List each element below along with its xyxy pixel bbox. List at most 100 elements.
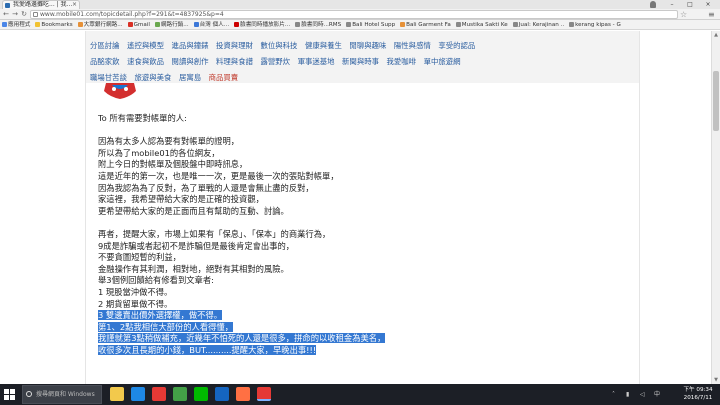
- forum-nav-row: 分區討論 遙控與模型 進品與鐘錶 投資與理財 數位與科技 健康與養生 閒聊與趣味 陽性與感情享…: [90, 33, 483, 50]
- start-button[interactable]: [4, 389, 15, 400]
- chrome-icon[interactable]: [152, 387, 166, 401]
- bookmark-item[interactable]: Bali Garment Fa: [398, 20, 454, 29]
- bookmark-item[interactable]: Gmail: [126, 20, 153, 29]
- bookmark-item[interactable]: Bookmarks: [33, 20, 75, 29]
- page-scrollbar[interactable]: ▲ ▼: [711, 31, 720, 384]
- reload-icon[interactable]: ↻: [20, 9, 28, 20]
- post-line: 我謹就第3點稍做補充，近幾年不怕死的人還是很多，拼命的以收租金為美名，: [98, 333, 618, 345]
- bookmarks-bar: 應用程式 Bookmarks 大眾銀行網路... Gmail 網路行銷... 台灣 個人.…: [0, 20, 720, 30]
- post-line: 附上今日的對帳單及個股盤中即時訊息，: [98, 159, 618, 171]
- post-line: [98, 125, 618, 137]
- bookmark-icon: [569, 22, 575, 27]
- bookmark-icon: [295, 22, 301, 27]
- network-icon[interactable]: ▮: [626, 384, 629, 405]
- line-icon[interactable]: [194, 387, 208, 401]
- post-line-text: 因為我認為為了反對，為了單戰的人還是會無止盡的反對，: [98, 182, 314, 193]
- forum-nav-row: 品酩家飲 速食與飲品 閱讀與創作 料理與食譜 露營野炊 軍事迷基地 新聞與時事 我愛咖啡 單中旅…: [90, 49, 468, 66]
- post-line-text: 附上今日的對帳單及個股盤中即時訊息，: [98, 159, 248, 170]
- address-bar: ← → ↻ www.mobile01.com/topicdetail.php?f…: [0, 9, 720, 20]
- bookmark-item[interactable]: 臉書同時播放影片...: [232, 20, 293, 29]
- bookmark-item[interactable]: Mustika Sakti Ke: [454, 20, 511, 29]
- browser-tab[interactable]: 我愛路邊攤吃... | 我... ×: [2, 0, 80, 9]
- forum-category-link[interactable]: 新聞與時事: [342, 54, 379, 69]
- bookmark-item[interactable]: 網路行銷...: [153, 20, 192, 29]
- forum-category-link[interactable]: 單中旅遊網: [424, 54, 461, 69]
- bookmark-label: Bookmarks: [41, 22, 73, 28]
- post-line: 這是近年的第一次，也是唯一一次，更是最後一次的張貼對帳單，: [98, 171, 618, 183]
- tab-title: 我愛路邊攤吃... | 我...: [13, 1, 73, 8]
- post-line: 所以為了mobile01的各位網友，: [98, 148, 618, 160]
- bookmark-item[interactable]: 台灣 個人...: [192, 20, 233, 29]
- post-line: 收很多次且長期的小錢，BUT..........提醒大家，早晚出事!!!: [98, 344, 618, 357]
- input-method-icon[interactable]: 中: [654, 384, 660, 405]
- post-line-text: 9成是詐騙或者起初不是詐騙但是最後肯定會出事的，: [98, 240, 295, 251]
- url-input[interactable]: www.mobile01.com/topicdetail.php?f=291&t…: [30, 10, 678, 19]
- post-line: To 所有需要對帳單的人:: [98, 113, 618, 125]
- edge-icon[interactable]: [215, 387, 229, 401]
- bookmark-icon: [346, 22, 352, 27]
- post-line: 金融操作有其利潤，相對地，絕對有其相對的風險。: [98, 264, 618, 276]
- chrome-active-icon[interactable]: [257, 387, 271, 401]
- scroll-up-icon[interactable]: ▲: [712, 31, 720, 39]
- post-line-text: To 所有需要對帳單的人:: [98, 113, 187, 123]
- bookmark-label: Bali Garment Fa: [406, 22, 451, 28]
- bookmark-icon: [400, 22, 406, 27]
- forum-category-link[interactable]: 旅遊與美食: [134, 70, 171, 85]
- bookmark-item[interactable]: kerang kipas - G: [567, 20, 624, 29]
- bookmark-item[interactable]: Jual: Kerajinan ..: [511, 20, 567, 29]
- close-window-icon[interactable]: ×: [700, 0, 716, 9]
- post-line-text: 因為有太多人認為要有對帳單的證明，: [98, 136, 240, 147]
- post-line: 因為我認為為了反對，為了單戰的人還是會無止盡的反對，: [98, 183, 618, 195]
- page-info-icon[interactable]: [33, 12, 38, 17]
- minimize-icon[interactable]: –: [664, 0, 680, 9]
- calculator-icon[interactable]: [173, 387, 187, 401]
- bookmark-icon: [512, 22, 518, 27]
- post-line-text: 金融操作有其利潤，相對地，絕對有其相對的風險。: [98, 263, 289, 274]
- maximize-icon[interactable]: □: [682, 0, 698, 9]
- bookmark-item[interactable]: Bali Hotel Supp: [344, 20, 398, 29]
- bookmark-icon: [35, 22, 41, 27]
- forum-category-link[interactable]: 商品買賣: [209, 70, 239, 85]
- post-body: To 所有需要對帳單的人: 因為有太多人認為要有對帳單的證明， 所以為了mobile…: [98, 113, 618, 356]
- bookmark-icon: [234, 22, 240, 27]
- post-line: 9成是詐騙或者起初不是詐騙但是最後肯定會出事的，: [98, 241, 618, 253]
- forum-category-link[interactable]: 露營野炊: [260, 54, 290, 69]
- bookmark-item[interactable]: 應用程式: [0, 20, 33, 29]
- bookmark-label: Gmail: [133, 22, 150, 28]
- url-text: www.mobile01.com/topicdetail.php?f=291&t…: [40, 11, 224, 18]
- bookmark-item[interactable]: 臉書同時...RMS: [293, 20, 344, 29]
- post-line: 1 現股當沖做不得。: [98, 287, 618, 299]
- scroll-thumb[interactable]: [713, 71, 719, 131]
- post-line-text: 收很多次且長期的小錢，BUT..........提醒大家，早晚出事!!!: [98, 344, 317, 355]
- bookmark-item[interactable]: 大眾銀行網路...: [76, 20, 126, 29]
- bookmark-label: kerang kipas - G: [575, 22, 621, 28]
- taskbar-search-input[interactable]: 搜尋網頁和 Windows: [22, 385, 102, 404]
- forum-category-link[interactable]: 居寓島: [179, 70, 201, 85]
- forward-icon[interactable]: →: [11, 9, 19, 20]
- store-icon[interactable]: [131, 387, 145, 401]
- post-line: 3 雙邊賣出價外選擇權，做不得。: [98, 310, 618, 322]
- volume-icon[interactable]: ◁: [640, 384, 645, 405]
- post-line: 第1、2點我相信大部份的人看得懂，: [98, 321, 618, 334]
- bookmark-label: 大眾銀行網路...: [83, 22, 123, 28]
- bookmark-icon: [77, 22, 83, 27]
- search-icon: [26, 391, 32, 397]
- taskbar-clock[interactable]: 下午 09:34 2016/7/11: [678, 386, 718, 402]
- post-line-text: 更希望帶給大家的是正面而且有幫助的互動、討論。: [98, 205, 289, 216]
- forum-category-link[interactable]: 我愛咖啡: [387, 54, 417, 69]
- scroll-down-icon[interactable]: ▼: [712, 376, 720, 384]
- bookmark-star-icon[interactable]: ☆: [680, 9, 687, 20]
- bookmark-label: 台灣 個人...: [199, 22, 230, 28]
- mario-avatar-image: [104, 83, 136, 99]
- post-line-text: 家這裡，我希望帶給大家的是正確的投資觀，: [98, 194, 264, 205]
- bookmark-label: Mustika Sakti Ke: [461, 22, 508, 28]
- tab-close-icon[interactable]: ×: [72, 1, 77, 9]
- user-profile-icon[interactable]: [650, 1, 656, 8]
- back-icon[interactable]: ←: [2, 9, 10, 20]
- folder-icon[interactable]: [110, 387, 124, 401]
- forum-category-link[interactable]: 軍事迷基地: [298, 54, 335, 69]
- firefox-icon[interactable]: [236, 387, 250, 401]
- bookmark-label: Bali Hotel Supp: [352, 22, 396, 28]
- chrome-menu-icon[interactable]: ≡: [708, 9, 715, 20]
- tray-arrow-icon[interactable]: ˄: [612, 384, 615, 405]
